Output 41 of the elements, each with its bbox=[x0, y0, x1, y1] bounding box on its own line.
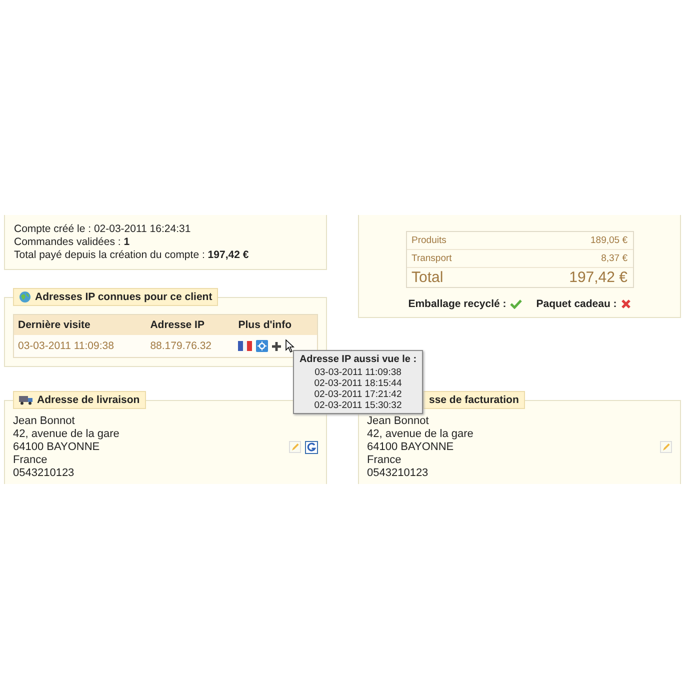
account-info: Commandes validées : 1 bbox=[14, 236, 131, 248]
total-value: 189,05 € bbox=[590, 235, 628, 246]
tooltip-date: 02-03-2011 18:15:44 bbox=[314, 378, 402, 389]
flag-icon bbox=[238, 341, 252, 351]
address-line: 42, avenue de la gare bbox=[13, 428, 120, 440]
google-icon[interactable] bbox=[305, 440, 318, 454]
column-header: Adresse IP bbox=[146, 314, 234, 335]
total-value: 8,37 € bbox=[601, 253, 628, 264]
total-label: Transport bbox=[412, 253, 452, 264]
option-label: Paquet cadeau : bbox=[536, 298, 617, 310]
panel-title-text: Adresse de livraison bbox=[37, 394, 140, 406]
address-line: 0543210123 bbox=[13, 467, 76, 479]
account-info: Total payé depuis la création du compte : 197,42 € bbox=[14, 249, 250, 261]
tooltip-date: 02-03-2011 15:30:32 bbox=[314, 400, 402, 411]
locate-icon[interactable] bbox=[256, 340, 268, 352]
column-header: Dernière visite bbox=[14, 314, 146, 335]
cursor-icon bbox=[285, 339, 296, 353]
plus-icon[interactable] bbox=[272, 342, 282, 350]
table-cell: 88.179.76.32 bbox=[146, 335, 234, 358]
total-label: Total bbox=[412, 269, 444, 286]
address-line: Jean Bonnot bbox=[13, 415, 76, 427]
address-line: 64100 BAYONNE bbox=[367, 441, 455, 453]
total-value: 197,42 € bbox=[569, 269, 628, 286]
total-label: Produits bbox=[412, 235, 446, 246]
option-label: Emballage recyclé : bbox=[408, 298, 506, 310]
address-line: 0543210123 bbox=[367, 467, 430, 479]
globe-icon bbox=[19, 291, 31, 303]
tooltip-date: 02-03-2011 17:21:42 bbox=[314, 389, 402, 400]
column-header: Plus d'info bbox=[234, 314, 318, 335]
table-cell: 03-03-2011 11:09:38 bbox=[14, 335, 146, 358]
address-line: France bbox=[13, 454, 48, 466]
address-line: France bbox=[367, 454, 402, 466]
account-info: Compte créé le : 02-03-2011 16:24:31 bbox=[14, 223, 192, 235]
truck-icon bbox=[19, 395, 33, 405]
tooltip-date: 03-03-2011 11:09:38 bbox=[314, 367, 402, 378]
address-line: 64100 BAYONNE bbox=[13, 441, 101, 453]
panel-title-text: sse de facturation bbox=[429, 394, 519, 406]
address-line: 42, avenue de la gare bbox=[367, 428, 474, 440]
tooltip-title: Adresse IP aussi vue le : bbox=[299, 354, 417, 365]
panel-title-text: Adresses IP connues pour ce client bbox=[35, 291, 212, 303]
address-line: Jean Bonnot bbox=[367, 415, 430, 427]
